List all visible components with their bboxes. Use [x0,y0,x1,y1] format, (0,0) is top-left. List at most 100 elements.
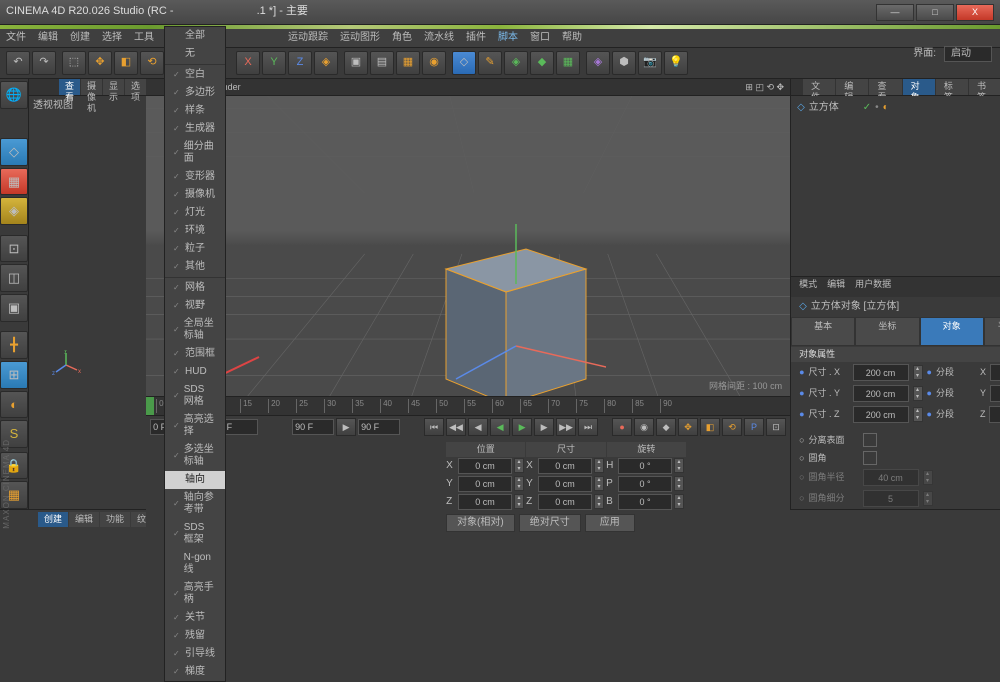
dd-grid[interactable]: ✓网格 [165,279,225,297]
size-x[interactable] [538,458,592,474]
interface-dropdown[interactable]: 启动 [944,46,992,62]
tab-camera[interactable]: 摄像机 [81,79,102,95]
menu-create[interactable]: 创建 [70,32,90,44]
axis-x[interactable]: X [236,51,260,75]
step-back[interactable]: ◀◀ [446,418,466,436]
tab-tags[interactable]: 标签 [936,79,968,95]
viewport-3d[interactable]: 网格间距 : 100 cm [146,96,790,396]
key-pla[interactable]: ⊡ [766,418,786,436]
keyframe-icon[interactable]: ◆ [656,418,676,436]
cube-object[interactable] [426,224,606,396]
dd-fov[interactable]: ✓视野 [165,297,225,315]
goto-start[interactable]: ⏮ [424,418,444,436]
axis-y[interactable]: Y [262,51,286,75]
coord-sys[interactable]: ◈ [314,51,338,75]
model-mode[interactable]: ◇ [0,138,28,166]
texture-mode[interactable]: ▦ [0,168,28,196]
modeling-tool[interactable]: ◆ [530,51,554,75]
point-mode[interactable]: ⊡ [0,235,28,263]
attr-tab-object[interactable]: 对象 [920,317,984,347]
key-param[interactable]: P [744,418,764,436]
dd-poly[interactable]: ✓多边形 [165,84,225,102]
menu-select[interactable]: 选择 [102,32,122,44]
dd-sdsframe[interactable]: ✓SDS 框架 [165,519,225,549]
goto-end[interactable]: ⏭ [578,418,598,436]
menu-pipeline[interactable]: 流水线 [424,32,454,44]
workplane-mode[interactable]: ◈ [0,197,28,225]
key-scale[interactable]: ◧ [700,418,720,436]
frame-fwd[interactable]: ▶ [534,418,554,436]
dd-hud[interactable]: ✓HUD [165,363,225,381]
attr-tab-basic[interactable]: 基本 [791,317,855,347]
tab-bookmarks[interactable]: 书签 [969,79,1000,95]
frame-max[interactable] [358,419,400,435]
tab-objects[interactable]: 对象 [903,79,935,95]
seg-z-field[interactable] [989,406,1000,423]
dd-ngon[interactable]: N-gon 线 [165,549,225,579]
size-z[interactable] [538,494,592,510]
menu-character[interactable]: 角色 [392,32,412,44]
render-region[interactable]: ▤ [370,51,394,75]
menu-mograph[interactable]: 运动图形 [340,32,380,44]
dd-camera[interactable]: ✓摄像机 [165,186,225,204]
light-tool[interactable]: 💡 [664,51,688,75]
dd-spline[interactable]: ✓样条 [165,102,225,120]
dd-deformer[interactable]: ✓变形器 [165,168,225,186]
close-button[interactable]: X [956,4,994,21]
rot-b[interactable] [618,494,672,510]
dd-all[interactable]: 全部 [165,27,225,45]
dd-ghost[interactable]: ✓残留 [165,627,225,645]
dd-highlight[interactable]: ✓高亮选择 [165,411,225,441]
dd-bbox[interactable]: ✓范围框 [165,345,225,363]
menu-window[interactable]: 窗口 [530,32,550,44]
dd-joint[interactable]: ✓关节 [165,609,225,627]
tab-edit[interactable]: 编辑 [836,79,868,95]
fillet-checkbox[interactable] [863,451,877,465]
dd-gradient[interactable]: ✓梯度 [165,663,225,681]
render-queue[interactable]: ◉ [422,51,446,75]
scale-tool[interactable]: ◧ [114,51,138,75]
spline-tool[interactable]: ✎ [478,51,502,75]
dd-multiaxis[interactable]: ✓多选坐标轴 [165,441,225,471]
dd-axis[interactable]: 轴向 [165,471,225,489]
frame-end[interactable] [292,419,334,435]
render-settings[interactable]: ▦ [396,51,420,75]
object-tree[interactable]: ◇ 立方体 ✓ • ◐ [791,96,1000,276]
coord-size-btn[interactable]: 绝对尺寸 [519,514,581,532]
menu-help[interactable]: 帮助 [562,32,582,44]
autokey-icon[interactable]: ◉ [634,418,654,436]
dd-subdiv[interactable]: ✓细分曲面 [165,138,225,168]
attr-mode[interactable]: 模式 [799,279,817,295]
size-z-field[interactable] [853,406,909,423]
rot-h[interactable] [618,458,672,474]
tab-display[interactable]: 显示 [103,79,124,95]
seg-x-field[interactable] [990,364,1000,381]
render-view[interactable]: ▣ [344,51,368,75]
dd-axisref[interactable]: ✓轴向参考带 [165,489,225,519]
size-x-field[interactable] [853,364,909,381]
minimize-button[interactable]: — [876,4,914,21]
key-pos[interactable]: ✥ [678,418,698,436]
make-editable[interactable]: 🌐 [0,81,28,109]
menu-edit[interactable]: 编辑 [38,32,58,44]
array-tool[interactable]: ▦ [556,51,580,75]
view-nav-icons[interactable]: ⊞ ◰ ⟲ ✥ [745,82,784,93]
attr-edit[interactable]: 编辑 [827,279,845,295]
dd-light[interactable]: ✓灯光 [165,204,225,222]
rotate-tool[interactable]: ⟲ [140,51,164,75]
nurbs-tool[interactable]: ◈ [504,51,528,75]
move-tool[interactable]: ✥ [88,51,112,75]
dd-env[interactable]: ✓环境 [165,222,225,240]
undo-button[interactable]: ↶ [6,51,30,75]
tab-view[interactable]: 查看 [59,79,80,95]
tree-item-cube[interactable]: ◇ 立方体 ✓ • ◐ [795,100,1000,116]
viewport-mode[interactable]: ⊞ [0,361,28,389]
frame-back[interactable]: ◀ [468,418,488,436]
next-key[interactable]: ▶ [336,418,356,436]
mat-tab-func[interactable]: 功能 [100,512,130,527]
menu-plugins[interactable]: 插件 [466,32,486,44]
environment-tool[interactable]: ⬢ [612,51,636,75]
select-tool[interactable]: ⬚ [62,51,86,75]
mat-tab-edit[interactable]: 编辑 [69,512,99,527]
pos-z[interactable] [458,494,512,510]
